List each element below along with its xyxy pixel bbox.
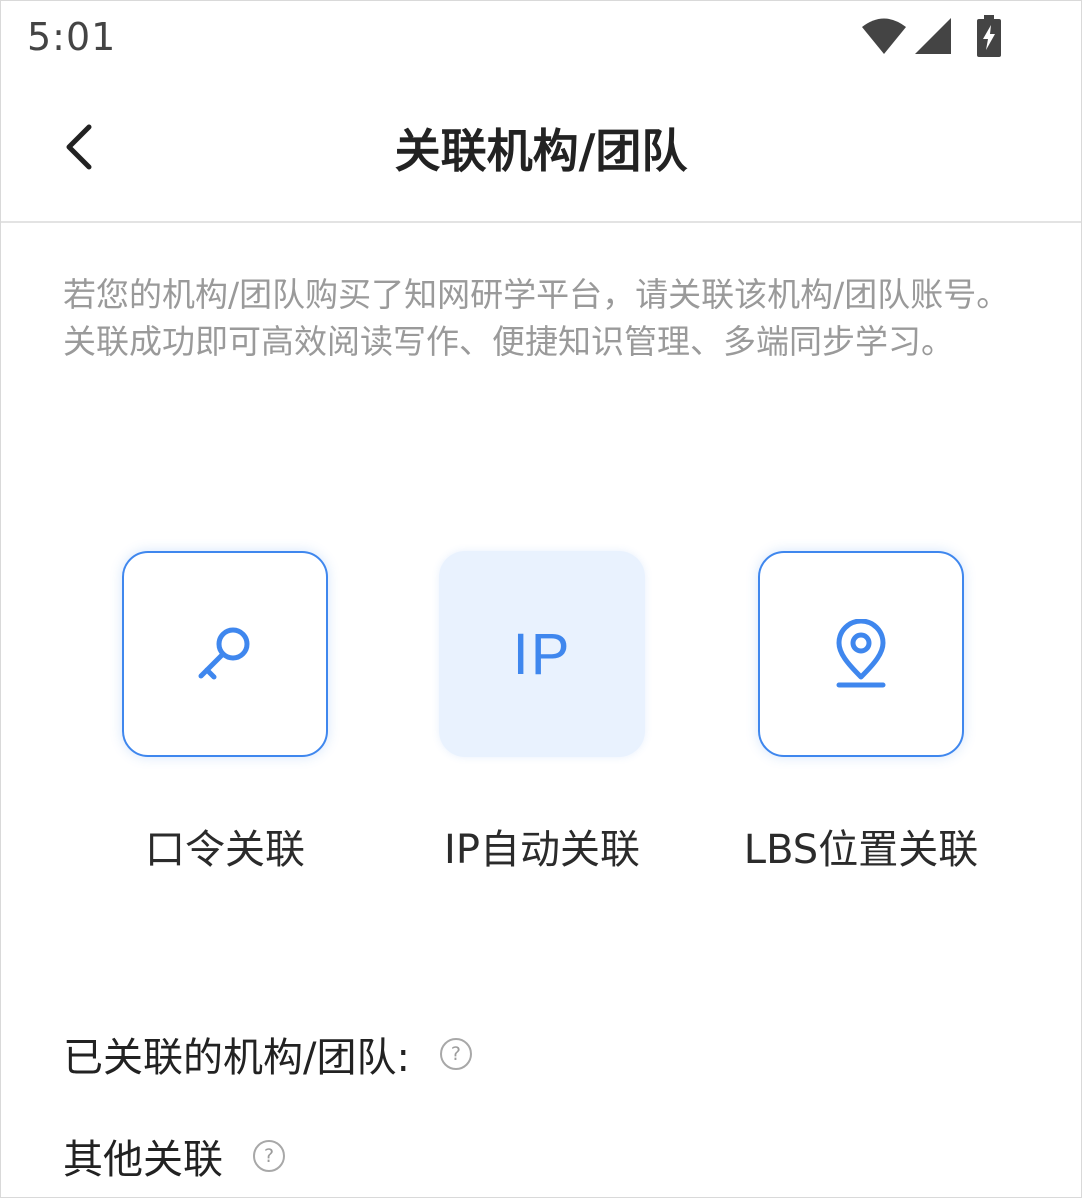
linked-organizations-label: 已关联的机构/团队:	[63, 1035, 410, 1081]
option-passcode-link[interactable]: 口令关联	[65, 549, 385, 879]
status-icons	[861, 15, 1001, 61]
option-lbs-label: LBS位置关联	[743, 827, 979, 873]
other-link-row[interactable]: 其他关联 ?	[63, 1127, 285, 1185]
option-lbs-box[interactable]	[758, 551, 964, 757]
link-method-options: 口令关联 IP IP自动关联 LBS位置关联	[1, 549, 1081, 889]
option-passcode-box[interactable]	[122, 551, 328, 757]
question-circle-icon[interactable]: ?	[439, 1038, 472, 1070]
battery-charging-icon	[977, 15, 1001, 61]
option-ip-box[interactable]: IP	[439, 551, 645, 757]
option-passcode-label: 口令关联	[145, 827, 305, 873]
linked-organizations-row: 已关联的机构/团队: ?	[63, 1025, 472, 1083]
app-screen: 5:01 关联机构/团队 若您的机构/团队购买了知网研学平台，请关联该机构/团队…	[0, 0, 1082, 1198]
top-navigation-bar: 关联机构/团队	[1, 79, 1081, 223]
other-link-label: 其他关联	[63, 1137, 223, 1183]
option-ip-label: IP自动关联	[444, 827, 640, 873]
cellular-signal-icon	[913, 16, 953, 60]
wifi-icon	[861, 16, 907, 60]
status-time: 5:01	[27, 15, 117, 59]
option-ip-link[interactable]: IP IP自动关联	[382, 549, 702, 879]
description-text: 若您的机构/团队购买了知网研学平台，请关联该机构/团队账号。关联成功即可高效阅读…	[63, 275, 1010, 361]
ip-icon-text: IP	[512, 621, 572, 687]
option-lbs-link[interactable]: LBS位置关联	[701, 549, 1021, 879]
question-circle-icon[interactable]: ?	[253, 1140, 285, 1172]
status-bar: 5:01	[1, 1, 1081, 79]
page-title: 关联机构/团队	[394, 124, 688, 178]
key-icon	[198, 627, 250, 680]
location-pin-icon	[836, 619, 886, 688]
